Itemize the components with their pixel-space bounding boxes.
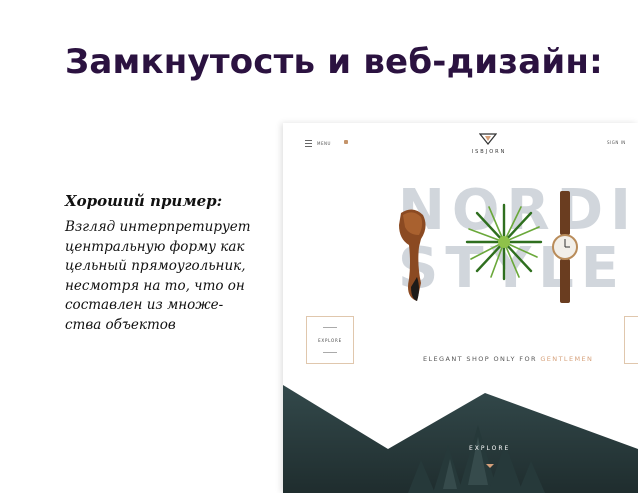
- bag-icon[interactable]: [344, 140, 348, 144]
- pipe-image: [399, 209, 426, 301]
- plant-image: [465, 203, 543, 281]
- nav-menu-button[interactable]: MENU: [305, 140, 331, 147]
- explore-box-button[interactable]: EXPLORE: [306, 316, 354, 364]
- logo-icon[interactable]: [479, 133, 497, 145]
- logo-text[interactable]: ISBJORN: [463, 149, 515, 155]
- example-line: Взгляд интерпретирует: [65, 219, 251, 235]
- example-line: центральную форму как: [65, 238, 245, 255]
- example-body: Взгляд интерпретирует центральную форму …: [65, 218, 270, 335]
- example-line: ства объектов: [65, 316, 176, 333]
- nav-signin-link[interactable]: SIGN IN: [607, 140, 626, 145]
- watch-image: [552, 191, 578, 303]
- example-heading: Хороший пример:: [65, 192, 223, 210]
- tagline-accent: GENTLEMEN: [540, 355, 594, 363]
- tagline: ELEGANT SHOP ONLY FOR GENTLEMEN: [423, 355, 593, 363]
- nav-menu-label[interactable]: MENU: [317, 141, 331, 146]
- example-text-block: Хороший пример: Взгляд интерпретирует це…: [65, 192, 270, 335]
- slide-title: Замкнутость и веб-дизайн:: [65, 42, 603, 82]
- example-line: несмотря на то, что он: [65, 277, 245, 294]
- hamburger-icon[interactable]: [305, 140, 312, 147]
- forest-image-band: [283, 385, 638, 493]
- explore-bottom-label[interactable]: EXPLORE: [469, 445, 510, 452]
- explore-box-label[interactable]: EXPLORE: [318, 338, 342, 343]
- example-line: цельный прямоугольник,: [65, 258, 246, 274]
- explore-box-right[interactable]: [624, 316, 638, 364]
- arrow-down-icon[interactable]: [486, 464, 494, 468]
- tagline-main: ELEGANT SHOP ONLY FOR: [423, 355, 537, 363]
- example-line: составлен из множе-: [65, 297, 224, 313]
- website-mockup: MENU ISBJORN SIGN IN NORDIC STYLE: [283, 123, 638, 493]
